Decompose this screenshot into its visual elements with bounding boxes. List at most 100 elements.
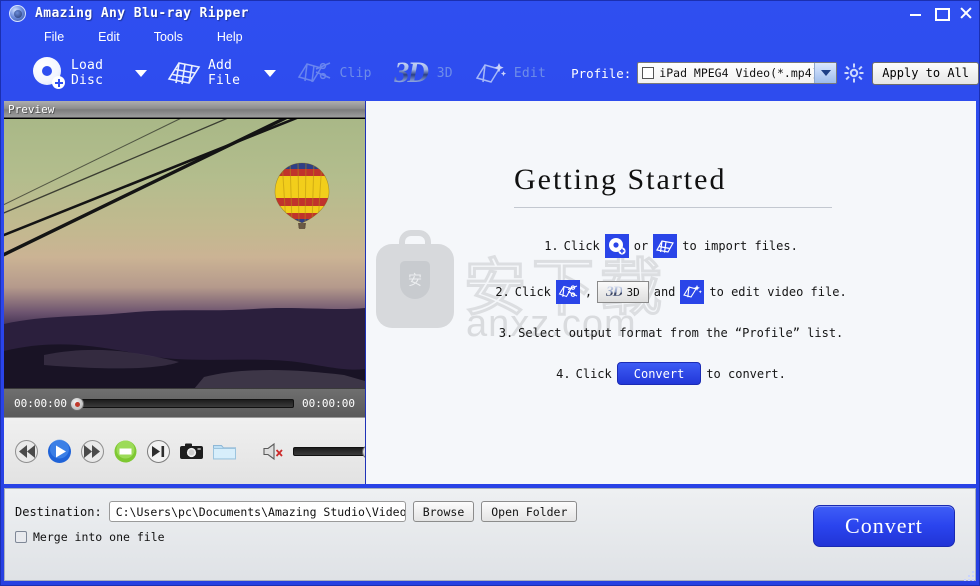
current-time: 00:00:00 bbox=[14, 396, 67, 410]
step-forward-button[interactable] bbox=[146, 439, 171, 464]
destination-input[interactable]: C:\Users\pc\Documents\Amazing Studio\Vid… bbox=[108, 501, 406, 522]
step-text-pre: Click bbox=[514, 285, 551, 299]
three-d-button-label: 3D bbox=[626, 285, 640, 299]
video-preview[interactable] bbox=[4, 118, 365, 388]
merge-checkbox[interactable] bbox=[15, 531, 27, 543]
step-text-post: to edit video file. bbox=[709, 285, 847, 299]
total-time: 00:00:00 bbox=[302, 396, 355, 410]
convert-button[interactable]: Convert bbox=[813, 505, 955, 547]
apply-to-all-button[interactable]: Apply to All bbox=[872, 61, 979, 85]
mute-speaker-icon[interactable] bbox=[261, 439, 286, 464]
disc-icon[interactable] bbox=[604, 234, 629, 258]
window-controls bbox=[908, 5, 973, 21]
three-d-button[interactable]: 3D 3D bbox=[597, 281, 649, 303]
merge-label: Merge into one file bbox=[33, 530, 165, 544]
seek-slider-handle[interactable] bbox=[69, 396, 84, 411]
disc-icon bbox=[33, 57, 65, 89]
volume-control bbox=[261, 439, 376, 464]
edit-label: Edit bbox=[513, 65, 546, 81]
step-text-mid: or bbox=[633, 239, 649, 253]
three-d-button[interactable]: 3D 3D bbox=[391, 51, 453, 95]
step-comma: , bbox=[584, 285, 593, 299]
fast-forward-button[interactable] bbox=[80, 439, 105, 464]
film-icon[interactable] bbox=[653, 234, 678, 258]
stop-button[interactable] bbox=[113, 439, 138, 464]
clip-icon bbox=[296, 59, 334, 87]
volume-slider[interactable] bbox=[293, 444, 376, 459]
open-folder-button[interactable] bbox=[212, 439, 237, 464]
gear-icon[interactable] bbox=[844, 63, 864, 83]
menu-item-edit[interactable]: Edit bbox=[95, 29, 123, 45]
window-title: Amazing Any Blu-ray Ripper bbox=[35, 6, 249, 21]
bottom-bar: Destination: C:\Users\pc\Documents\Amazi… bbox=[4, 488, 976, 581]
chevron-down-icon[interactable] bbox=[264, 69, 277, 77]
main-toolbar: Load Disc Add File Clip 3D 3D Edit Profi… bbox=[1, 48, 979, 98]
three-d-icon: 3D bbox=[391, 56, 431, 90]
profile-dropdown[interactable]: iPad MPEG4 Video(*.mp4) bbox=[637, 62, 838, 84]
step-number: 4. bbox=[556, 366, 571, 381]
snapshot-button[interactable] bbox=[179, 439, 204, 464]
menu-item-tools[interactable]: Tools bbox=[151, 29, 186, 45]
profile-value: iPad MPEG4 Video(*.mp4) bbox=[659, 66, 815, 80]
play-button[interactable] bbox=[47, 439, 72, 464]
step-number: 1. bbox=[544, 239, 559, 253]
chevron-down-icon[interactable] bbox=[134, 69, 147, 77]
menu-item-file[interactable]: File bbox=[41, 29, 67, 45]
resize-grip[interactable] bbox=[962, 569, 976, 583]
add-file-label: Add File bbox=[208, 58, 241, 88]
browse-button[interactable]: Browse bbox=[412, 501, 475, 522]
step-item: 4. Click Convert to convert. bbox=[366, 362, 976, 385]
film-icon bbox=[166, 59, 202, 87]
player-controls bbox=[4, 417, 376, 484]
clip-icon[interactable] bbox=[555, 280, 580, 304]
seek-bar-row: 00:00:00 00:00:00 bbox=[4, 388, 365, 417]
app-globe-icon bbox=[9, 5, 26, 22]
destination-label: Destination: bbox=[15, 504, 102, 519]
profile-label: Profile: bbox=[571, 65, 632, 81]
preview-header-label: Preview bbox=[8, 102, 55, 116]
step-number: 3. bbox=[498, 326, 514, 340]
edit-icon[interactable] bbox=[680, 280, 705, 304]
preview-panel: Preview 00:00:00 00:00:00 bbox=[4, 101, 376, 484]
menu-bar: File Edit Tools Help bbox=[1, 26, 979, 48]
convert-button-inline[interactable]: Convert bbox=[616, 362, 702, 385]
edit-icon bbox=[472, 59, 508, 87]
edit-button[interactable]: Edit bbox=[472, 51, 546, 95]
step-item: 3. Select output format from the “Profil… bbox=[366, 326, 976, 340]
step-text-pre: Click bbox=[575, 366, 612, 381]
profile-checkbox-icon[interactable] bbox=[642, 67, 655, 79]
minimize-icon[interactable] bbox=[908, 5, 923, 20]
application-window: Amazing Any Blu-ray Ripper File Edit Too… bbox=[0, 0, 980, 586]
step-item: 1. Click or to import files. bbox=[366, 234, 976, 258]
clip-button[interactable]: Clip bbox=[296, 51, 372, 95]
step-text-post: to convert. bbox=[706, 366, 786, 381]
title-divider bbox=[514, 207, 832, 208]
step-item: 2. Click , 3D 3D and to edit video file. bbox=[366, 280, 976, 304]
load-disc-label: Load Disc bbox=[71, 58, 104, 88]
step-text-pre: Click bbox=[563, 239, 600, 253]
video-frame-image bbox=[4, 119, 365, 388]
clip-label: Clip bbox=[339, 65, 372, 81]
main-content: Preview 00:00:00 00:00:00 安 anxz.com Get… bbox=[4, 101, 976, 484]
seek-slider[interactable] bbox=[69, 396, 295, 411]
step-text: Select output format from the “Profile” … bbox=[518, 326, 844, 340]
step-number: 2. bbox=[495, 285, 510, 299]
getting-started-content: Getting Started 1. Click or to import fi… bbox=[366, 101, 976, 484]
page-title: Getting Started bbox=[514, 163, 727, 196]
getting-started-panel: 安 安下载 anxz.com Getting Started 1. Click bbox=[365, 101, 976, 484]
open-folder-button[interactable]: Open Folder bbox=[481, 501, 578, 522]
maximize-icon[interactable] bbox=[933, 5, 950, 21]
load-disc-button[interactable]: Load Disc bbox=[33, 51, 147, 95]
three-d-label: 3D bbox=[436, 65, 453, 81]
chevron-down-icon[interactable] bbox=[814, 63, 837, 83]
three-d-icon: 3D bbox=[606, 283, 623, 300]
step-text-post: to import files. bbox=[682, 239, 798, 253]
add-file-button[interactable]: Add File bbox=[166, 51, 277, 95]
rewind-button[interactable] bbox=[14, 439, 39, 464]
steps-list: 1. Click or to import files. 2. Click , … bbox=[366, 234, 976, 385]
close-icon[interactable] bbox=[958, 5, 973, 20]
preview-header: Preview bbox=[4, 101, 365, 118]
step-text-mid: and bbox=[653, 285, 676, 299]
menu-item-help[interactable]: Help bbox=[214, 29, 246, 45]
title-bar: Amazing Any Blu-ray Ripper bbox=[1, 1, 979, 26]
